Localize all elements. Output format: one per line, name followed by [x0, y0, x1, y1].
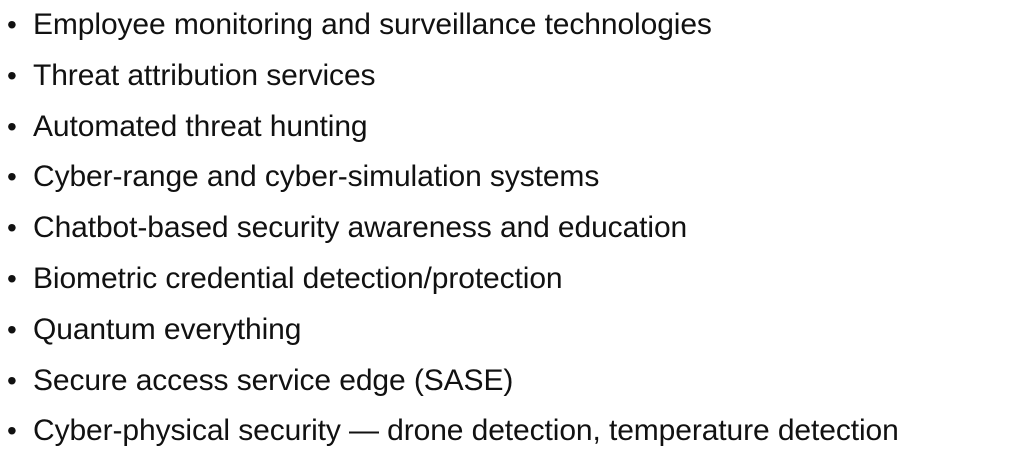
list-item-text: Cyber-range and cyber-simulation systems [33, 160, 600, 194]
list-item-text: Automated threat hunting [33, 109, 368, 143]
bullet-icon: • [7, 313, 17, 345]
list-item-text: Threat attribution services [33, 58, 376, 92]
list-item: • Chatbot-based security awareness and e… [0, 205, 1024, 256]
list-item: • Cyber-physical security — drone detect… [0, 408, 1024, 457]
list-item-text: Cyber-physical security — drone detectio… [33, 414, 899, 448]
bullet-icon: • [7, 415, 17, 447]
list-item: • Automated threat hunting [0, 104, 1024, 155]
bullet-list: • Employee monitoring and surveillance t… [0, 2, 1024, 457]
bullet-icon: • [7, 110, 17, 142]
list-item-text: Employee monitoring and surveillance tec… [33, 8, 712, 41]
bullet-icon: • [7, 212, 17, 244]
list-item: • Employee monitoring and surveillance t… [0, 2, 1024, 53]
list-item-text: Biometric credential detection/protectio… [33, 261, 563, 295]
list-item: • Threat attribution services [0, 53, 1024, 104]
list-item-text: Quantum everything [33, 312, 302, 346]
list-item: • Biometric credential detection/protect… [0, 256, 1024, 307]
list-item: • Secure access service edge (SASE) [0, 358, 1024, 409]
bullet-icon: • [7, 262, 17, 294]
slide-body: • Employee monitoring and surveillance t… [0, 0, 1024, 457]
list-item: • Quantum everything [0, 307, 1024, 358]
bullet-icon: • [7, 364, 17, 396]
bullet-icon: • [7, 59, 17, 91]
list-item: • Cyber-range and cyber-simulation syste… [0, 154, 1024, 205]
bullet-icon: • [7, 9, 17, 40]
list-item-text: Chatbot-based security awareness and edu… [33, 211, 688, 245]
bullet-icon: • [7, 161, 17, 193]
list-item-text: Secure access service edge (SASE) [33, 363, 514, 397]
